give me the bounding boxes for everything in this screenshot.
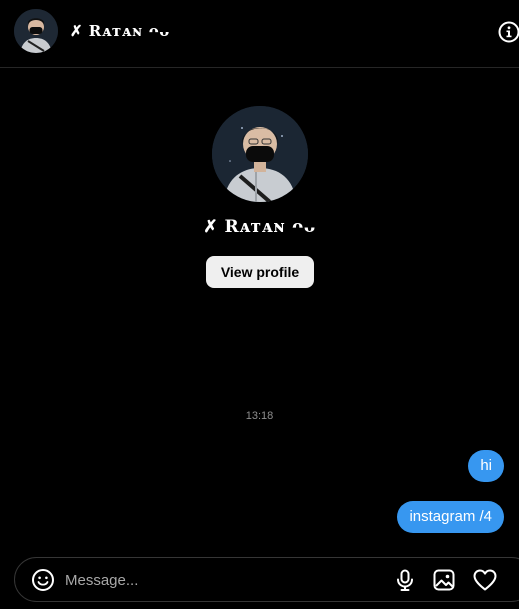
view-profile-button[interactable]: View profile xyxy=(206,256,314,288)
message-bubble[interactable]: instagram /4 xyxy=(397,501,504,533)
microphone-icon xyxy=(397,569,413,591)
avatar[interactable] xyxy=(14,9,58,53)
message-input[interactable] xyxy=(65,566,385,594)
info-button[interactable] xyxy=(498,21,519,43)
heart-icon xyxy=(473,569,497,591)
message-timestamp: 13:18 xyxy=(245,410,274,422)
profile-avatar[interactable] xyxy=(212,106,308,202)
message-composer xyxy=(14,557,519,602)
message-bubble[interactable]: hi xyxy=(468,450,504,482)
profile-username: ✗ Rᴀᴛᴀɴ ᴖᴗ xyxy=(203,217,316,237)
header-username[interactable]: ✗ Rᴀᴛᴀɴ ᴖᴗ xyxy=(70,22,170,40)
add-photo-button[interactable] xyxy=(432,568,456,592)
avatar-photo-icon xyxy=(14,9,58,53)
voice-message-button[interactable] xyxy=(393,568,417,592)
info-icon xyxy=(498,21,519,43)
profile-photo-icon xyxy=(212,106,308,202)
chat-header: ✗ Rᴀᴛᴀɴ ᴖᴗ xyxy=(0,0,519,68)
image-icon xyxy=(433,569,455,591)
emoji-button[interactable] xyxy=(31,568,55,592)
like-button[interactable] xyxy=(472,568,498,592)
emoji-icon xyxy=(32,569,54,591)
